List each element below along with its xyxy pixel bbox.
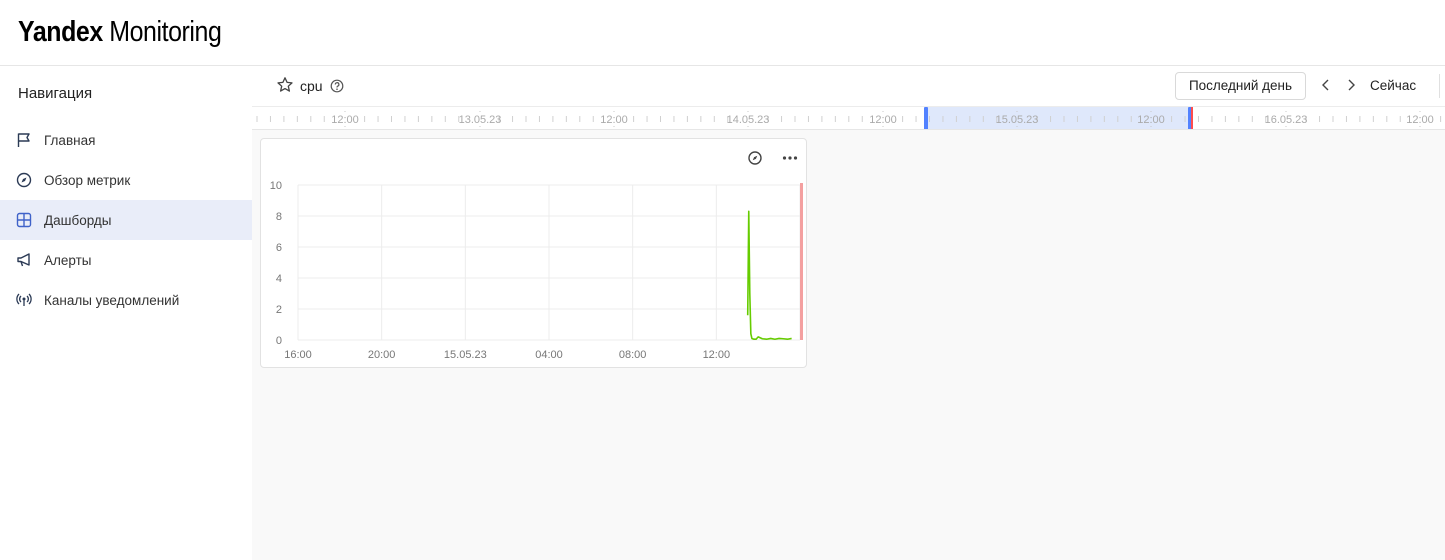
x-tick-label: 12:00: [703, 349, 731, 361]
x-tick-label: 15.05.23: [444, 349, 487, 361]
help-icon[interactable]: [330, 79, 344, 93]
timeline-label: 12:00: [600, 114, 628, 126]
y-tick-label: 6: [276, 242, 282, 254]
y-tick-label: 8: [276, 211, 282, 223]
x-tick-label: 20:00: [368, 349, 396, 361]
timeline-label: 12:00: [1137, 114, 1165, 126]
sidebar-item-notification-channels[interactable]: Каналы уведомлений: [0, 280, 252, 320]
sidebar-item-metrics-overview[interactable]: Обзор метрик: [0, 160, 252, 200]
flag-icon: [16, 132, 32, 148]
timeline-label: 14.05.23: [727, 114, 770, 126]
dashboard-title: cpu: [300, 78, 323, 94]
timeline-label: 16.05.23: [1265, 114, 1308, 126]
sidebar-item-alerts[interactable]: Алерты: [0, 240, 252, 280]
app-logo[interactable]: Yandex Monitoring: [18, 14, 222, 50]
sidebar-item-label: Дашборды: [44, 212, 112, 228]
dashboard-header: cpu Последний день Сейчас: [252, 66, 1445, 106]
broadcast-icon: [16, 292, 32, 308]
timeline-label: 12:00: [1406, 114, 1434, 126]
timeline-label: 12:00: [869, 114, 897, 126]
chevron-right-icon[interactable]: [1344, 77, 1358, 93]
x-tick-label: 08:00: [619, 349, 647, 361]
timeline-now-marker: [1191, 107, 1193, 129]
y-tick-label: 4: [276, 273, 282, 285]
y-tick-label: 0: [276, 335, 282, 347]
sidebar-item-label: Алерты: [44, 252, 92, 268]
sidebar-item-label: Каналы уведомлений: [44, 292, 180, 308]
now-button[interactable]: Сейчас: [1370, 78, 1416, 94]
dashboard-icon: [16, 212, 32, 228]
sidebar: Навигация Главная Обзор метрик Дашборды …: [0, 66, 252, 560]
sidebar-item-label: Главная: [44, 132, 96, 148]
compass-icon: [16, 172, 32, 188]
more-options-icon[interactable]: [781, 149, 799, 167]
megaphone-icon: [16, 252, 32, 268]
cpu-series-line: [746, 210, 792, 341]
star-icon[interactable]: [276, 76, 294, 94]
chevron-left-icon[interactable]: [1319, 77, 1333, 93]
compass-icon[interactable]: [746, 149, 764, 167]
sidebar-item-home[interactable]: Главная: [0, 120, 252, 160]
time-range-button[interactable]: Последний день: [1175, 72, 1306, 100]
now-marker-line: [800, 183, 803, 340]
timeline-label: 15.05.23: [996, 114, 1039, 126]
y-tick-label: 2: [276, 304, 282, 316]
sidebar-item-dashboards[interactable]: Дашборды: [0, 200, 252, 240]
header-divider: [1439, 74, 1440, 98]
timeline-navigator[interactable]: 12:00 13.05.23 12:00 14.05.23 12:00 15.05.23 1…: [252, 106, 1445, 130]
sidebar-item-label: Обзор метрик: [44, 172, 131, 188]
timeline-label: 12:00: [331, 114, 359, 126]
sidebar-title: Навигация: [18, 85, 93, 102]
y-tick-label: 10: [270, 180, 282, 192]
chart-widget: 0 2 4 6 8 10 16:00 20:00 15.05.23 04:00 08:00 12:00: [260, 138, 807, 368]
timeline-label: 13.05.23: [459, 114, 502, 126]
x-tick-label: 04:00: [535, 349, 563, 361]
top-bar: Yandex Monitoring: [0, 0, 1445, 66]
cpu-line-chart: 0 2 4 6 8 10 16:00 20:00 15.05.23 04:00 08:00 12:00: [270, 180, 803, 361]
x-tick-label: 16:00: [284, 349, 312, 361]
timeline-handle-left: [924, 107, 928, 129]
